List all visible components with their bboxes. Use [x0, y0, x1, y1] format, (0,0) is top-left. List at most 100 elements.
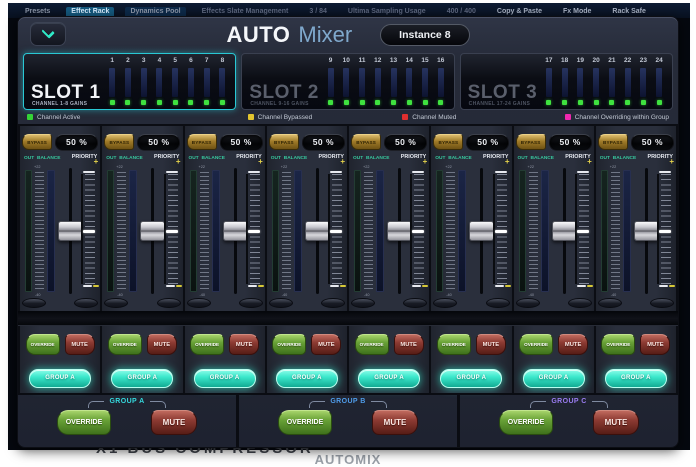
priority-slider[interactable] [408, 166, 426, 294]
priority-slider[interactable] [79, 166, 97, 294]
mute-button[interactable]: MUTE [65, 334, 95, 355]
slot-panel[interactable]: SLOT 2 CHANNEL 9-16 GAINS 9 10 [241, 53, 454, 110]
channel-meter: 17 [541, 57, 557, 106]
group-mute-button[interactable]: MUTE [593, 410, 639, 435]
channel-active-led [609, 100, 614, 105]
group-assign-button[interactable]: GROUP A [276, 369, 338, 388]
channel-gain-bar [625, 68, 631, 97]
gain-value-display[interactable]: 50 % [549, 134, 592, 151]
master-group-header: GROUP A [88, 398, 165, 408]
bypass-button[interactable]: BYPASS [269, 134, 299, 150]
override-button[interactable]: OVERRIDE [519, 334, 553, 355]
gain-value-display[interactable]: 50 % [137, 134, 180, 151]
override-button[interactable]: OVERRIDE [355, 334, 389, 355]
group-override-button[interactable]: OVERRIDE [499, 410, 553, 435]
override-button[interactable]: OVERRIDE [601, 334, 635, 355]
priority-handle[interactable] [248, 230, 260, 233]
legend-label: Channel Muted [412, 114, 456, 121]
channel-number: 24 [655, 57, 662, 64]
divider-band [18, 311, 102, 326]
group-assign-button[interactable]: GROUP A [358, 369, 420, 388]
gain-value-display[interactable]: 50 % [302, 134, 345, 151]
channel-gain-bar [391, 68, 397, 97]
override-mute-row: OVERRIDE MUTE [349, 326, 429, 363]
priority-handle[interactable] [83, 230, 95, 233]
oval-button [568, 298, 592, 308]
group-mute-button[interactable]: MUTE [372, 410, 418, 435]
group-assign-button[interactable]: GROUP A [523, 369, 585, 388]
channel-meter: 9 [323, 57, 339, 106]
override-button[interactable]: OVERRIDE [108, 334, 142, 355]
group-mute-button[interactable]: MUTE [151, 410, 197, 435]
priority-handle[interactable] [495, 230, 507, 233]
group-assign-button[interactable]: GROUP A [605, 369, 667, 388]
bypass-button[interactable]: BYPASS [22, 134, 52, 150]
priority-slider[interactable] [491, 166, 509, 294]
override-button[interactable]: OVERRIDE [190, 334, 224, 355]
bypass-button[interactable]: BYPASS [104, 134, 134, 150]
override-button[interactable]: OVERRIDE [272, 334, 306, 355]
group-row: GROUP A [514, 363, 594, 393]
divider-band [183, 311, 267, 326]
override-button[interactable]: OVERRIDE [26, 334, 60, 355]
master-group-buttons: OVERRIDE MUTE [278, 410, 418, 435]
fader-area: +22 -40 [517, 166, 591, 298]
gain-value-display[interactable]: 50 % [220, 134, 263, 151]
group-assign-button[interactable]: GROUP A [440, 369, 502, 388]
balance-meter [376, 170, 384, 292]
scale-min-label: -40 [117, 293, 123, 297]
gain-value-display[interactable]: 50 % [631, 134, 674, 151]
priority-slider[interactable] [326, 166, 344, 294]
channel-active-led [562, 100, 567, 105]
mute-button[interactable]: MUTE [640, 334, 670, 355]
strip-base-row [514, 298, 594, 311]
legend-channel-active: Channel Active [27, 114, 80, 121]
override-button[interactable]: OVERRIDE [437, 334, 471, 355]
bypass-button[interactable]: BYPASS [598, 134, 628, 150]
channel-active-led [641, 100, 646, 105]
group-assign-button[interactable]: GROUP A [29, 369, 91, 388]
group-assign-button[interactable]: GROUP A [194, 369, 256, 388]
group-assign-button[interactable]: GROUP A [111, 369, 173, 388]
divider-band [347, 311, 431, 326]
bypass-button[interactable]: BYPASS [433, 134, 463, 150]
priority-slider[interactable] [655, 166, 673, 294]
mute-button[interactable]: MUTE [311, 334, 341, 355]
mute-button[interactable]: MUTE [147, 334, 177, 355]
balance-label: BALANCE [531, 156, 554, 161]
priority-handle[interactable] [659, 230, 671, 233]
gain-value-display[interactable]: 50 % [55, 134, 98, 151]
bypass-button[interactable]: BYPASS [351, 134, 381, 150]
priority-handle[interactable] [412, 230, 424, 233]
bypass-button[interactable]: BYPASS [516, 134, 546, 150]
green-square-icon [27, 114, 33, 120]
mute-button[interactable]: MUTE [229, 334, 259, 355]
priority-slider[interactable] [244, 166, 262, 294]
gain-value-display[interactable]: 50 % [384, 134, 427, 151]
mute-button[interactable]: MUTE [558, 334, 588, 355]
slot-panel[interactable]: SLOT 3 CHANNEL 17-24 GAINS 17 18 [460, 53, 673, 110]
channel-meter: 16 [433, 57, 449, 106]
channel-meter: 18 [557, 57, 573, 106]
channel-meter: 20 [588, 57, 604, 106]
group-override-button[interactable]: OVERRIDE [278, 410, 332, 435]
bypass-button[interactable]: BYPASS [187, 134, 217, 150]
group-override-button[interactable]: OVERRIDE [57, 410, 111, 435]
priority-handle[interactable] [330, 230, 342, 233]
strip-header: BYPASS 50 % [267, 126, 347, 153]
mute-button[interactable]: MUTE [476, 334, 506, 355]
priority-slider[interactable] [162, 166, 180, 294]
collapse-button[interactable] [30, 22, 66, 46]
mute-button[interactable]: MUTE [394, 334, 424, 355]
priority-minus-icon [505, 285, 511, 288]
scale-min-label: -40 [35, 293, 41, 297]
channel-gain-bar [609, 68, 615, 97]
channel-number: 10 [343, 57, 350, 64]
priority-handle[interactable] [166, 230, 178, 233]
gain-value-display[interactable]: 50 % [466, 134, 509, 151]
slot-panel[interactable]: SLOT 1 CHANNEL 1-8 GAINS 1 2 [23, 53, 236, 110]
priority-slider[interactable] [573, 166, 591, 294]
instance-selector[interactable]: Instance 8 [380, 24, 469, 46]
master-group-section: GROUP C OVERRIDE MUTE [457, 395, 678, 447]
priority-handle[interactable] [577, 230, 589, 233]
